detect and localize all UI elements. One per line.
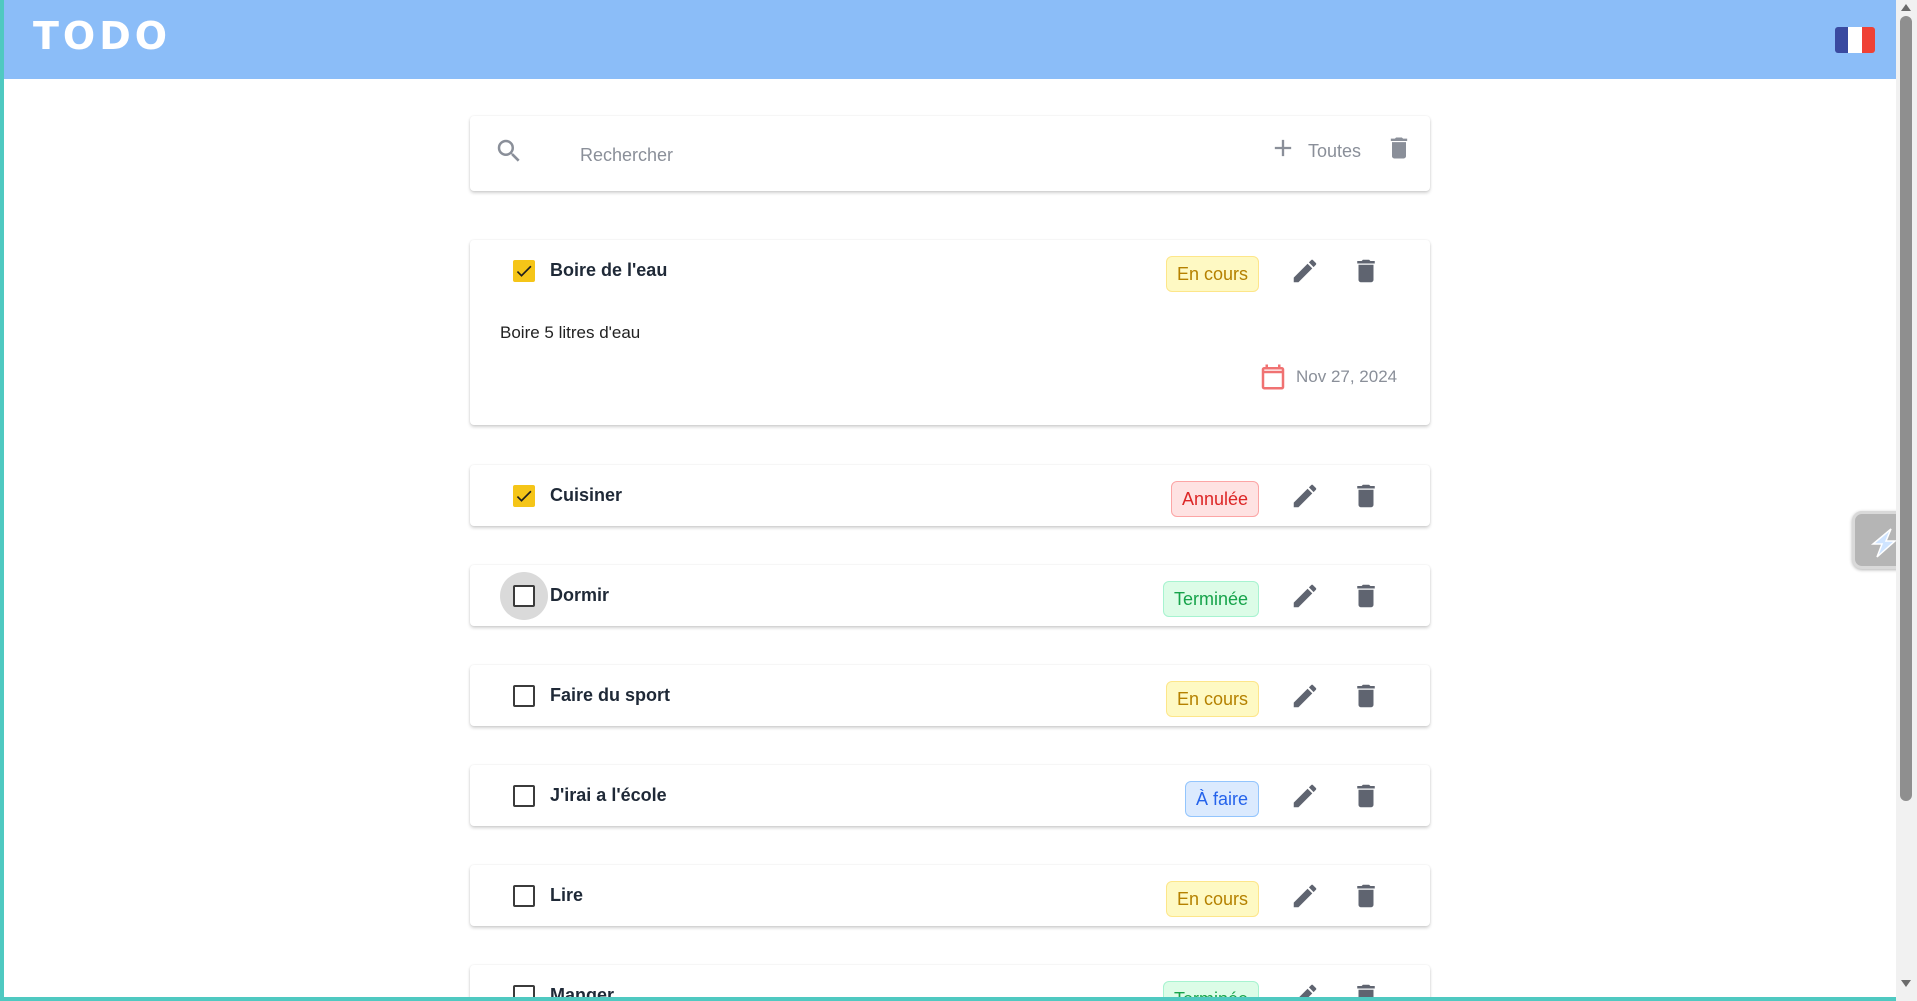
status-badge: Annulée bbox=[1170, 481, 1259, 517]
vertical-scrollbar[interactable] bbox=[1896, 0, 1917, 1001]
search-icon bbox=[497, 139, 520, 162]
scrollbar-thumb[interactable] bbox=[1900, 16, 1912, 801]
status-filter-select[interactable]: Toutes bbox=[1308, 141, 1361, 162]
todo-description: Boire 5 litres d'eau bbox=[500, 323, 641, 342]
status-badge: En cours bbox=[1165, 681, 1259, 717]
checkmark-icon bbox=[516, 265, 532, 277]
todo-card: Manger Terminée bbox=[470, 965, 1430, 997]
todo-title: Lire bbox=[550, 885, 584, 905]
checkbox-box bbox=[513, 685, 535, 707]
extension-widget-button[interactable] bbox=[1852, 511, 1896, 569]
checkbox-box bbox=[513, 585, 535, 607]
checkbox-box bbox=[513, 785, 535, 807]
edit-button[interactable] bbox=[1290, 481, 1320, 511]
edit-button[interactable] bbox=[1290, 981, 1320, 997]
todo-checkbox[interactable] bbox=[512, 784, 536, 808]
delete-button[interactable] bbox=[1351, 581, 1381, 611]
todo-card: Dormir Terminée bbox=[470, 565, 1430, 626]
edit-button[interactable] bbox=[1290, 256, 1320, 286]
todo-title: Manger bbox=[550, 985, 615, 997]
edit-button[interactable] bbox=[1290, 581, 1320, 611]
status-badge: Terminée bbox=[1162, 981, 1259, 997]
french-flag-icon[interactable] bbox=[1835, 27, 1875, 53]
todo-card: Boire de l'eau En cours Boire 5 litres d… bbox=[470, 240, 1430, 425]
delete-button[interactable] bbox=[1351, 981, 1381, 997]
todo-title: Cuisiner bbox=[550, 485, 623, 505]
todo-checkbox[interactable] bbox=[512, 484, 536, 508]
delete-button[interactable] bbox=[1351, 681, 1381, 711]
flag-white-stripe bbox=[1848, 27, 1862, 53]
todo-checkbox[interactable] bbox=[500, 572, 548, 620]
calendar-icon bbox=[1261, 364, 1285, 390]
toolbar-card: Toutes bbox=[470, 116, 1430, 191]
delete-button[interactable] bbox=[1351, 881, 1381, 911]
clear-all-button[interactable] bbox=[1385, 134, 1413, 162]
edit-button[interactable] bbox=[1290, 781, 1320, 811]
flag-red-stripe bbox=[1861, 27, 1875, 53]
search-input[interactable] bbox=[580, 140, 1180, 170]
todo-checkbox[interactable] bbox=[512, 884, 536, 908]
app-viewport: TODO Toutes Boire de l'eau En cours Boir… bbox=[4, 0, 1896, 997]
edit-button[interactable] bbox=[1290, 681, 1320, 711]
todo-card: Lire En cours bbox=[470, 865, 1430, 926]
app-title: TODO bbox=[33, 14, 172, 58]
todo-title: Faire du sport bbox=[550, 685, 671, 705]
status-badge: En cours bbox=[1165, 256, 1259, 292]
status-badge: En cours bbox=[1165, 881, 1259, 917]
todo-checkbox[interactable] bbox=[512, 684, 536, 708]
todo-title: Boire de l'eau bbox=[550, 260, 668, 280]
extension-lightning-icon bbox=[1870, 528, 1896, 558]
status-badge: Terminée bbox=[1162, 581, 1259, 617]
scroll-down-arrow-icon[interactable] bbox=[1901, 980, 1911, 987]
checkmark-icon bbox=[516, 490, 532, 502]
todo-title: J'irai a l'école bbox=[550, 785, 667, 805]
checkbox-box bbox=[513, 885, 535, 907]
todo-title: Dormir bbox=[550, 585, 610, 605]
delete-button[interactable] bbox=[1351, 256, 1381, 286]
edit-button[interactable] bbox=[1290, 881, 1320, 911]
delete-button[interactable] bbox=[1351, 781, 1381, 811]
todo-card: J'irai a l'école À faire bbox=[470, 765, 1430, 826]
todo-due-date: Nov 27, 2024 bbox=[1296, 367, 1398, 386]
add-todo-button[interactable] bbox=[1269, 134, 1297, 162]
status-badge: À faire bbox=[1184, 781, 1259, 817]
scroll-up-arrow-icon[interactable] bbox=[1901, 4, 1911, 11]
app-bar: TODO bbox=[4, 0, 1896, 79]
delete-button[interactable] bbox=[1351, 481, 1381, 511]
todo-checkbox[interactable] bbox=[512, 984, 536, 997]
checkbox-box bbox=[513, 985, 535, 997]
flag-blue-stripe bbox=[1835, 27, 1849, 53]
todo-card: Faire du sport En cours bbox=[470, 665, 1430, 726]
todo-card: Cuisiner Annulée bbox=[470, 465, 1430, 526]
todo-checkbox[interactable] bbox=[512, 259, 536, 283]
